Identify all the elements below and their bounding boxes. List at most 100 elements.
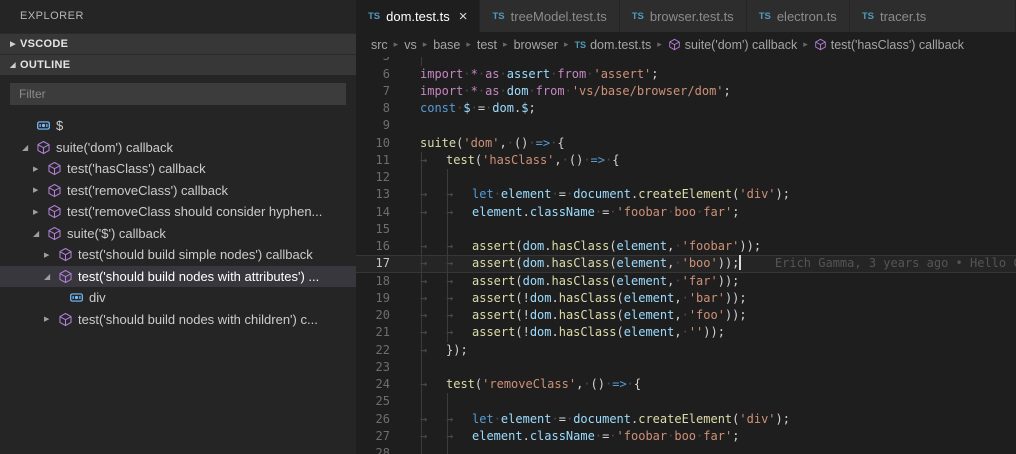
code-line[interactable]: 16 → → assert(dom.hasClass(element,·'foobar… (356, 238, 1016, 256)
outline-filter (0, 75, 356, 111)
code-line[interactable]: 20 → → assert(!dom.hasClass(element,·'foo')… (356, 307, 1016, 325)
chevron-right-icon[interactable]: ▶ (33, 208, 46, 216)
line-number: 23 (375, 359, 390, 374)
indent-guide (420, 220, 422, 239)
chevron-down-icon[interactable]: ◢ (33, 229, 46, 238)
code-line[interactable]: 9 (356, 117, 1016, 134)
filter-input[interactable] (10, 83, 346, 105)
typescript-file-icon: TS (368, 10, 381, 22)
code-line[interactable]: 22 →}); (356, 341, 1016, 359)
line-number: 27 (375, 428, 390, 443)
indent-guide (446, 220, 448, 239)
tab-tracer.ts[interactable]: TS tracer.ts (849, 0, 1016, 32)
code-line[interactable]: 11 → test('hasClass',·()·=>·{ (356, 151, 1016, 170)
code-line[interactable]: 5 (356, 57, 1016, 66)
breadcrumb-item[interactable]: test('hasClass') callback (814, 38, 964, 52)
sidebar-section-vscode[interactable]: ▶ VSCODE (0, 33, 356, 54)
sidebar-section-outline[interactable]: ◢ OUTLINE (0, 54, 356, 75)
code-line[interactable]: 17 → → assert(dom.hasClass(element,·'boo'))… (356, 255, 1016, 273)
indent-guide (420, 358, 422, 377)
outline-item[interactable]: ◢ suite('dom') callback (0, 137, 356, 159)
indent-guide (446, 410, 448, 428)
outline-item[interactable]: $ (0, 115, 356, 137)
symbol-variable-icon (68, 290, 84, 306)
outline-item[interactable]: ▶ test('should build simple nodes') call… (0, 244, 356, 266)
chevron-right-icon: ▶ (10, 41, 16, 48)
code-line[interactable]: 13 → → let·element·=·document.createElement… (356, 186, 1016, 204)
line-number: 26 (375, 411, 390, 426)
breadcrumb-item[interactable]: TS dom.test.ts (575, 38, 652, 52)
outline-item[interactable]: div (0, 287, 356, 309)
indent-guide (446, 238, 448, 256)
tab-whitespace-icon: → (420, 273, 428, 288)
breadcrumb-item[interactable]: vs (404, 38, 417, 52)
symbol-method-icon (57, 268, 73, 284)
code-line[interactable]: 8 const·$·=·dom.$; (356, 100, 1016, 117)
tab-electron.ts[interactable]: TS electron.ts (746, 0, 850, 32)
code-line[interactable]: 15 (356, 220, 1016, 239)
tab-whitespace-icon: → (446, 187, 454, 202)
indent-guide (446, 445, 448, 454)
tab-whitespace-icon: → (420, 428, 428, 443)
outline-item[interactable]: ◢ suite('$') callback (0, 223, 356, 245)
outline-item[interactable]: ▶ test('hasClass') callback (0, 158, 356, 180)
code-line[interactable]: 18 → → assert(dom.hasClass(element,·'far'))… (356, 272, 1016, 290)
indent-guide (420, 203, 422, 221)
editor[interactable]: 56import·*·as·assert·from·'assert';7impo… (356, 57, 1016, 454)
tab-browser.test.ts[interactable]: TS browser.test.ts (619, 0, 747, 32)
code-line[interactable]: 6 import·*·as·assert·from·'assert'; (356, 66, 1016, 83)
outline-item[interactable]: ▶ test('removeClass should consider hyph… (0, 201, 356, 223)
chevron-down-icon[interactable]: ◢ (44, 272, 57, 281)
breadcrumb-item[interactable]: suite('dom') callback (668, 38, 797, 52)
line-number: 14 (375, 204, 390, 219)
code-line[interactable]: 26 → → let·element·=·document.createElement… (356, 410, 1016, 428)
outline-item[interactable]: ▶ test('removeClass') callback (0, 180, 356, 202)
line-number: 24 (375, 377, 390, 392)
outline-item[interactable]: ◢ test('should build nodes with attribut… (0, 265, 356, 287)
code-line[interactable]: 10 suite('dom',·()·=>·{ (356, 135, 1016, 152)
tab-label: dom.test.ts (386, 8, 450, 24)
indent-guide (420, 57, 422, 66)
code-line[interactable]: 21 → → assert(!dom.hasClass(element,·'')); (356, 324, 1016, 342)
breadcrumb-item[interactable]: base (433, 38, 460, 52)
code-line[interactable]: 27 → → element.className·=·'foobar·boo·far'… (356, 427, 1016, 446)
chevron-right-icon[interactable]: ▶ (44, 251, 57, 259)
indent-guide (446, 393, 448, 411)
text-cursor (739, 255, 741, 271)
symbol-method-icon (46, 182, 62, 198)
line-number: 16 (375, 239, 390, 254)
chevron-right-icon[interactable]: ▶ (33, 165, 46, 173)
tab-whitespace-icon: → (446, 308, 454, 323)
code-line[interactable]: 12 (356, 169, 1016, 187)
line-number: 21 (375, 325, 390, 340)
close-icon[interactable]: × (459, 9, 468, 24)
breadcrumb-item[interactable]: browser (514, 38, 558, 52)
code-line[interactable]: 28 (356, 445, 1016, 454)
indent-guide (420, 272, 422, 290)
breadcrumb-item[interactable]: src (371, 38, 388, 52)
chevron-right-icon[interactable]: ▶ (33, 186, 46, 194)
tab-whitespace-icon: → (420, 152, 428, 167)
chevron-right-icon[interactable]: ▶ (44, 315, 57, 323)
symbol-method-icon (668, 38, 682, 52)
outline-tree: $ ◢ suite('dom') callback ▶ test('hasClass… (0, 111, 356, 454)
line-number: 13 (375, 187, 390, 202)
outline-item[interactable]: ▶ test('should build nodes with children… (0, 309, 356, 331)
code-line[interactable]: 24 → test('removeClass',·()·=>·{ (356, 376, 1016, 394)
breadcrumb-item[interactable]: test (477, 38, 497, 52)
code-line[interactable]: 25 (356, 393, 1016, 411)
typescript-file-icon: TS (861, 10, 874, 22)
code-line[interactable]: 23 (356, 358, 1016, 377)
line-number: 8 (382, 101, 390, 116)
code-line[interactable]: 19 → → assert(!dom.hasClass(element,·'bar')… (356, 289, 1016, 308)
chevron-right-icon: ▸ (393, 39, 399, 49)
indent-guide (420, 255, 422, 273)
code-line[interactable]: 7 import·*·as·dom·from·'vs/base/browser/d… (356, 83, 1016, 100)
code-line[interactable]: 14 → → element.className·=·'foobar·boo·far'… (356, 203, 1016, 221)
tab-treeModel.test.ts[interactable]: TS treeModel.test.ts (480, 0, 620, 32)
indent-guide (420, 307, 422, 325)
chevron-down-icon[interactable]: ◢ (22, 143, 35, 152)
symbol-method-icon (57, 311, 73, 327)
tab-dom.test.ts[interactable]: TS dom.test.ts × (356, 0, 481, 32)
symbol-method-icon (35, 139, 51, 155)
